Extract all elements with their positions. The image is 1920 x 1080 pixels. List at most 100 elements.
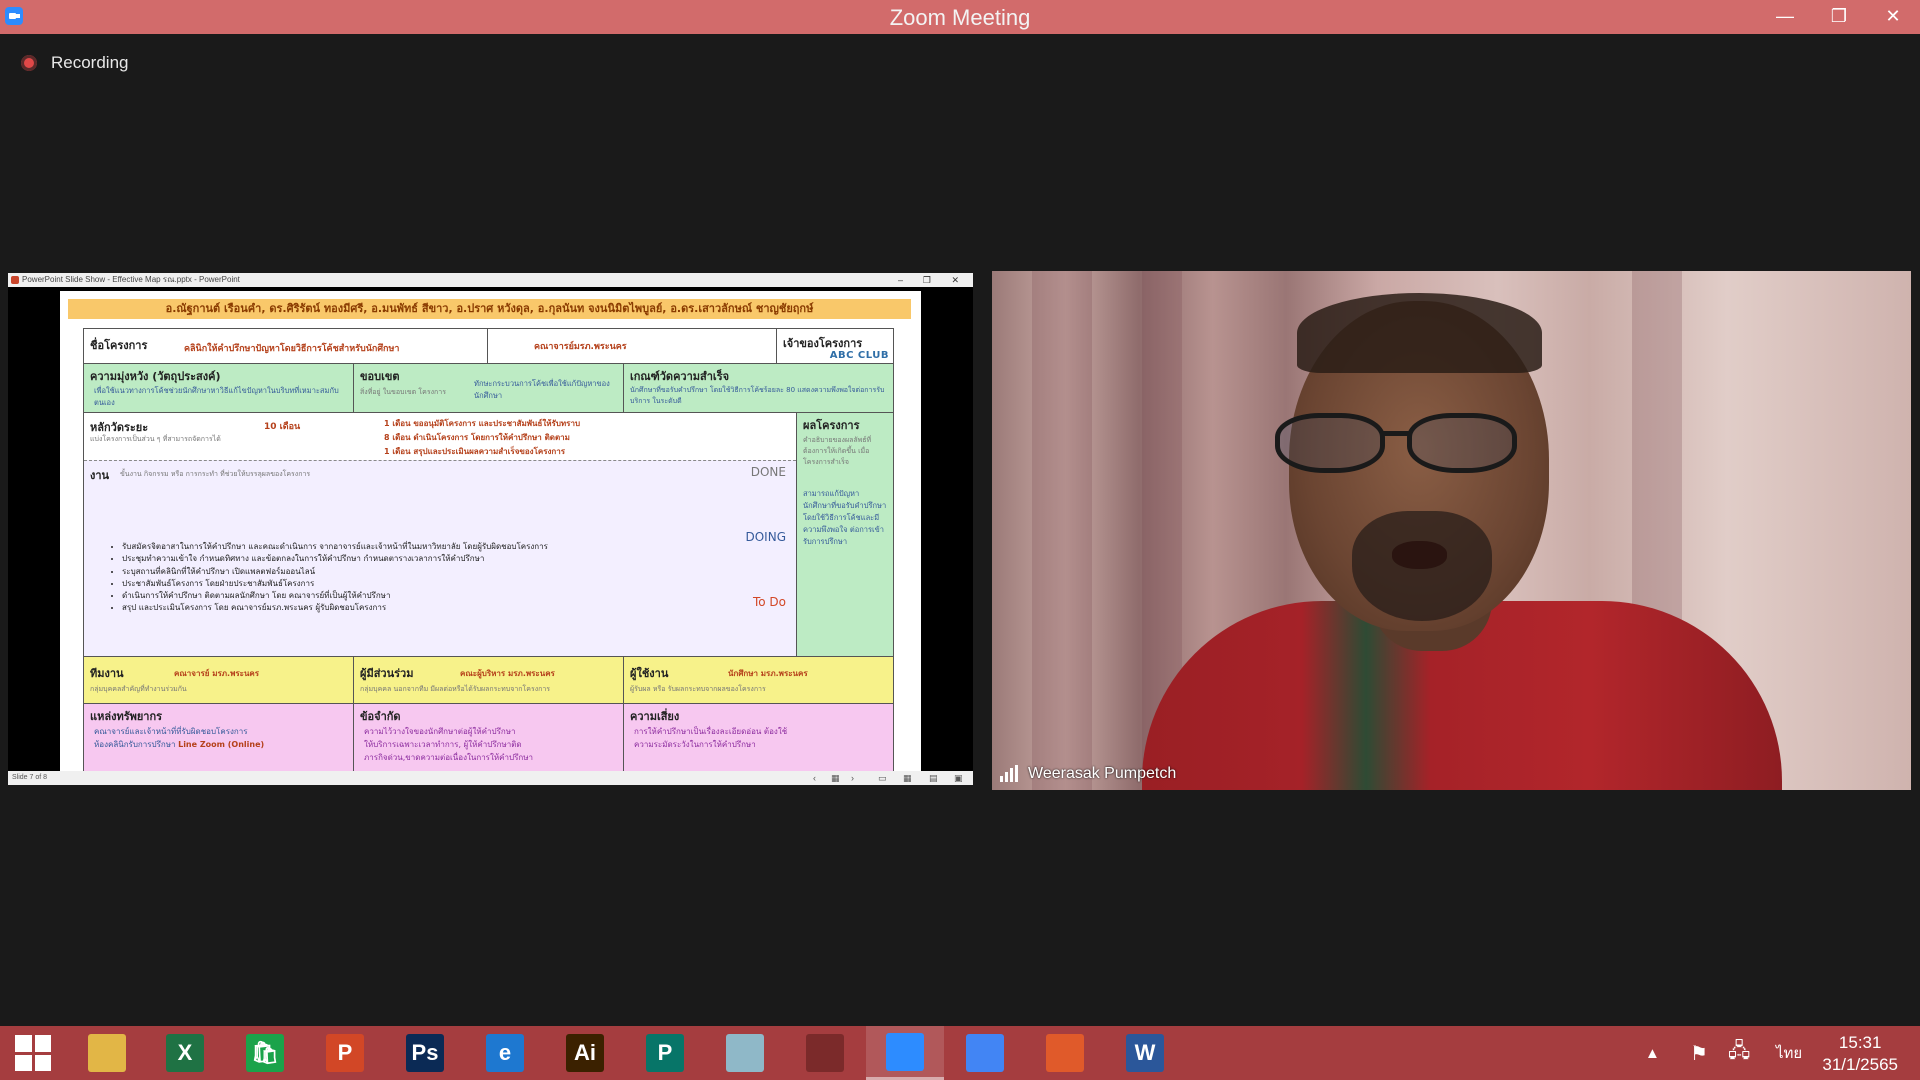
stakeholders-value: คณะผู้บริหาร มรภ.พระนคร <box>460 669 555 678</box>
taskbar-app-photos[interactable] <box>1026 1026 1104 1080</box>
show-hidden-icons[interactable]: ▲ <box>1645 1026 1660 1080</box>
powerpoint-title: PowerPoint Slide Show - Effective Map รณ… <box>22 275 240 284</box>
curtain-fold <box>1032 271 1092 790</box>
shared-screen[interactable]: PowerPoint Slide Show - Effective Map รณ… <box>8 273 973 785</box>
window-title: Zoom Meeting <box>889 5 1031 30</box>
slide: อ.ณัฐกานต์ เรือนคำ, ดร.ศิริรัตน์ ทองมีศร… <box>60 291 921 771</box>
clock[interactable]: 15:31 31/1/2565 <box>1822 1032 1898 1076</box>
notepad-icon <box>726 1034 764 1072</box>
objective-cell: ความมุ่งหวัง (วัตถุประสงค์) เพื่อใช้แนวท… <box>83 363 354 413</box>
normal-view-icon[interactable]: ▭ <box>878 771 887 785</box>
recording-indicator[interactable]: Recording <box>21 53 129 73</box>
taskbar-app-publisher[interactable]: P <box>626 1026 704 1080</box>
taskbar-app-illustrator[interactable]: Ai <box>546 1026 624 1080</box>
users-sub: ผู้รับผล หรือ รับผลกระทบจากผลของโครงการ <box>630 685 766 693</box>
slideshow-icon[interactable]: ▣ <box>954 771 963 785</box>
milestones-list: 1 เดือน ขออนุมัติโครงการ และประชาสัมพันธ… <box>384 417 580 459</box>
chrome-icon <box>966 1034 1004 1072</box>
powerpoint-title-bar: PowerPoint Slide Show - Effective Map รณ… <box>8 273 973 287</box>
project-owner-cell: เจ้าของโครงการ ABC CLUB <box>776 328 894 364</box>
taskbar-app-store[interactable]: 🛍 <box>226 1026 304 1080</box>
taskbar-app-hotocape[interactable] <box>786 1026 864 1080</box>
constraints-cell: ข้อจำกัด ความไว้วางใจของนักศึกษาต่อผู้ให… <box>353 703 624 771</box>
file-explorer-icon <box>88 1034 126 1072</box>
taskbar: X 🛍 P Ps e Ai P W ▲ ⚑ 🖧 ไทย 15:31 31/1/2565 <box>0 1026 1920 1080</box>
pp-close-icon[interactable]: ✕ <box>951 273 959 287</box>
slide-sorter-icon[interactable]: ▦ <box>903 771 912 785</box>
taskbar-app-chrome[interactable] <box>946 1026 1024 1080</box>
internet-explorer-icon: e <box>486 1034 524 1072</box>
recording-icon <box>21 55 37 71</box>
outcome-cell: ผลโครงการ คำอธิบายของผลลัพธ์ที่ต้องการให… <box>796 412 894 657</box>
owner-value-cell: คณาจารย์มรภ.พระนคร <box>487 328 777 364</box>
milestone-item: 1 เดือน สรุปและประเมินผลความสำเร็จของโคร… <box>384 447 566 456</box>
objective-label: ความมุ่งหวัง (วัตถุประสงค์) <box>90 370 221 383</box>
action-center-flag-icon[interactable]: ⚑ <box>1690 1026 1708 1080</box>
minimize-button[interactable]: — <box>1758 0 1812 34</box>
participant-video[interactable]: Weerasak Pumpetch <box>992 271 1911 790</box>
risks-cell: ความเสี่ยง การให้คำปรึกษาเป็นเรื่องละเอี… <box>623 703 894 771</box>
risks-label: ความเสี่ยง <box>630 710 680 723</box>
clock-date: 31/1/2565 <box>1822 1055 1898 1074</box>
next-slide-icon[interactable]: › <box>851 771 854 785</box>
task-list: รับสมัครจิตอาสาในการให้คำปรึกษา และคณะดำ… <box>112 541 712 615</box>
reading-view-icon[interactable]: ▤ <box>929 771 938 785</box>
project-name-label: ชื่อโครงการ <box>90 339 148 352</box>
scope-cell: ขอบเขต สิ่งที่อยู่ ในขอบเขต โครงการ ทักษ… <box>353 363 624 413</box>
store-icon: 🛍 <box>246 1034 284 1072</box>
done-tag: DONE <box>750 465 786 479</box>
scope-sub: สิ่งที่อยู่ ในขอบเขต โครงการ <box>360 388 446 396</box>
powerpoint-status-bar: Slide 7 of 8 ‹ ▦ › ▭ ▦ ▤ ▣ <box>8 771 973 785</box>
maximize-button[interactable]: ❐ <box>1812 0 1866 34</box>
recording-label: Recording <box>51 53 129 72</box>
users-cell: ผู้ใช้งาน นักศึกษา มรภ.พระนคร ผู้รับผล ห… <box>623 656 894 704</box>
participant-name: Weerasak Pumpetch <box>1028 765 1177 782</box>
clock-time: 15:31 <box>1838 1033 1882 1052</box>
resources-cell: แหล่งทรัพยากร คณาจารย์และเจ้าหน้าที่ที่ร… <box>83 703 354 771</box>
taskbar-app-excel[interactable]: X <box>146 1026 224 1080</box>
pp-minimize-icon[interactable]: – <box>898 273 903 287</box>
taskbar-app-powerpoint[interactable]: P <box>306 1026 384 1080</box>
task-board: งาน ขั้นงาน กิจกรรม หรือ การกระทำ ที่ช่ว… <box>84 460 796 656</box>
taskbar-app-internet-explorer[interactable]: e <box>466 1026 544 1080</box>
task-item: ระบุสถานที่คลินิกที่ให้คำปรึกษา เปิดแพลต… <box>122 566 712 578</box>
taskbar-app-zoom[interactable] <box>866 1026 944 1080</box>
pp-restore-icon[interactable]: ❐ <box>923 273 931 287</box>
zoom-icon <box>886 1032 924 1071</box>
success-criteria-label: เกณฑ์วัดความสำเร็จ <box>630 370 730 383</box>
close-button[interactable]: ✕ <box>1866 0 1920 34</box>
milestones-sub: แบ่งโครงการเป็นส่วน ๆ ที่สามารถจัดการได้ <box>90 435 221 443</box>
taskbar-app-notepad[interactable] <box>706 1026 784 1080</box>
photos-icon <box>1046 1034 1084 1072</box>
objective-text: เพื่อใช้แนวทางการโค้ชช่วยนักศึกษาหาวิธีแ… <box>94 386 339 407</box>
prev-slide-icon[interactable]: ‹ <box>813 771 816 785</box>
slide-counter: Slide 7 of 8 <box>12 774 48 781</box>
project-owner-label: เจ้าของโครงการ <box>783 337 863 350</box>
start-button[interactable] <box>0 1026 66 1080</box>
participant-hair <box>1297 293 1542 373</box>
glasses-bridge <box>1382 431 1410 436</box>
taskbar-app-word[interactable]: W <box>1106 1026 1184 1080</box>
task-item: ประชุมทำความเข้าใจ กำหนดทิศทาง และข้อตกล… <box>122 553 712 565</box>
resources-text-1: คณาจารย์และเจ้าหน้าที่ที่รับผิดชอบโครงกา… <box>94 727 248 736</box>
language-indicator[interactable]: ไทย <box>1776 1026 1802 1080</box>
constraints-text-2: ให้บริการเฉพาะเวลาทำการ, ผู้ให้คำปรึกษาต… <box>364 740 522 749</box>
resources-text-2: ห้องคลินิกรับการปรึกษา Line Zoom (Online… <box>94 740 265 749</box>
title-bar: Zoom Meeting — ❐ ✕ <box>0 0 1920 34</box>
taskbar-app-photoshop[interactable]: Ps <box>386 1026 464 1080</box>
team-cell: ทีมงาน คณาจารย์ มรภ.พระนคร กลุ่มบุคคลสำค… <box>83 656 354 704</box>
constraints-text-3: ภารกิจด่วน,ขาดความต่อเนื่องในการให้คำปรึ… <box>364 753 533 762</box>
taskbar-app-file-explorer[interactable] <box>68 1026 146 1080</box>
success-criteria-text: นักศึกษาที่ขอรับคำปรึกษา โดยใช้วิธีการโค… <box>630 386 885 405</box>
illustrator-icon: Ai <box>566 1034 604 1072</box>
users-value: นักศึกษา มรภ.พระนคร <box>728 669 808 678</box>
photoshop-icon: Ps <box>406 1034 444 1072</box>
slide-menu-icon[interactable]: ▦ <box>831 771 840 785</box>
team-sub: กลุ่มบุคคลสำคัญที่ทำงานร่วมกัน <box>90 685 187 693</box>
participant-glasses <box>1275 413 1525 475</box>
windows-logo-icon <box>15 1035 51 1071</box>
resources-label: แหล่งทรัพยากร <box>90 710 163 723</box>
network-icon[interactable]: 🖧 <box>1728 1026 1750 1080</box>
connection-signal-icon <box>1000 765 1020 782</box>
milestones-duration: 10 เดือน <box>264 422 301 432</box>
